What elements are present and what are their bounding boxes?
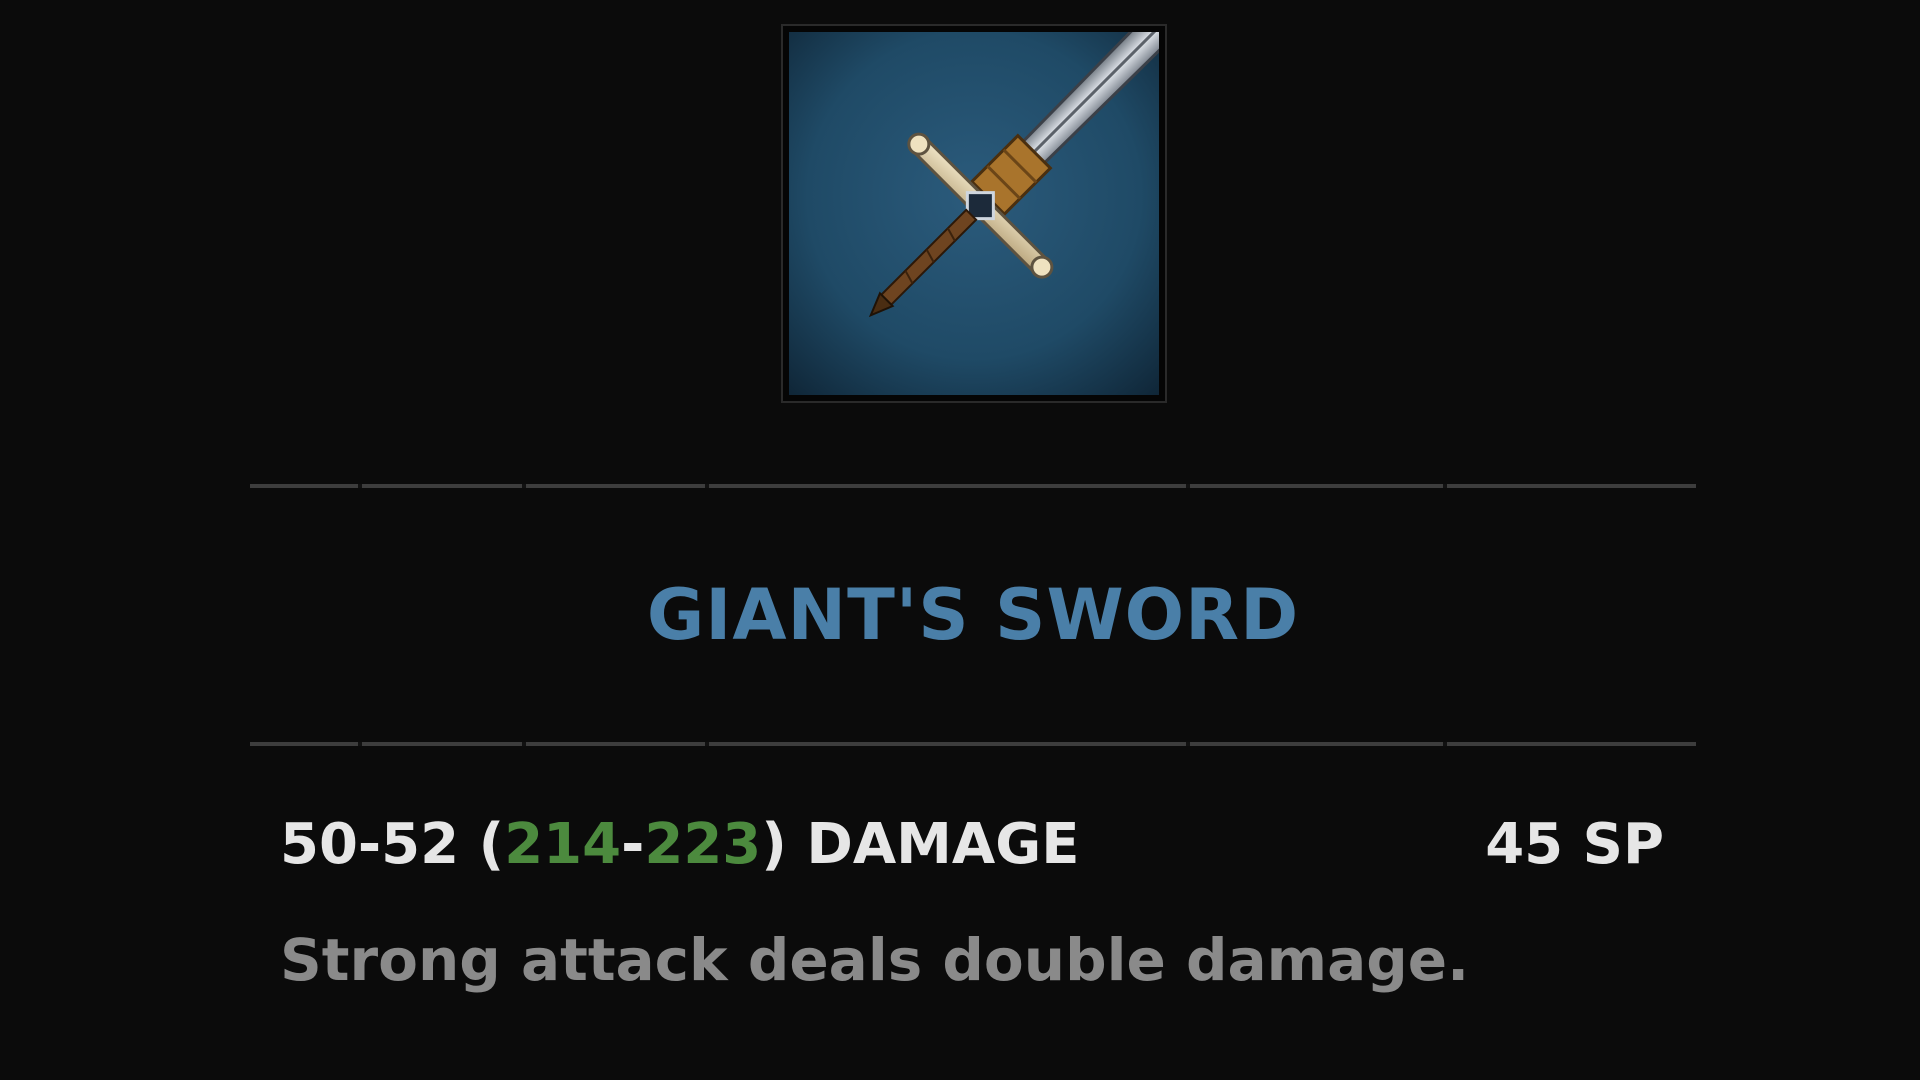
damage-dash: - (621, 812, 645, 877)
divider-bottom (250, 742, 1696, 746)
damage-scaled-max: 223 (644, 812, 762, 877)
sp-cost: 45 SP (1485, 812, 1664, 877)
damage-close-paren: ) (761, 812, 787, 877)
damage-open-paren: ( (478, 812, 505, 877)
damage-stat: 50-52 (214-223) DAMAGE (280, 810, 1079, 880)
divider-top (250, 484, 1696, 488)
damage-base-range: 50-52 (280, 812, 460, 877)
item-description: Strong attack deals double damage. (280, 926, 1470, 994)
giants-sword-icon (789, 32, 1159, 395)
damage-label: DAMAGE (806, 812, 1080, 877)
item-name: GIANT'S SWORD (646, 574, 1300, 656)
item-icon-frame (783, 26, 1165, 401)
damage-scaled-min: 214 (504, 812, 622, 877)
